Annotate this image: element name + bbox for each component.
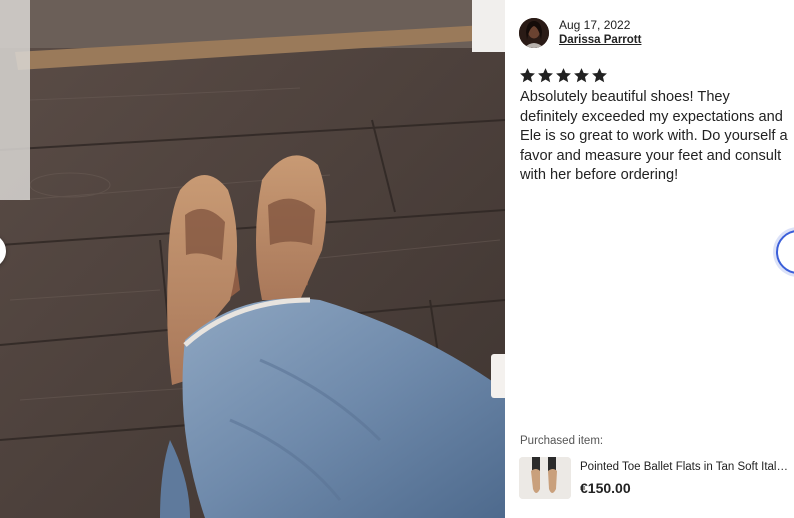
purchased-item-title[interactable]: Pointed Toe Ballet Flats in Tan Soft Ita… bbox=[580, 460, 790, 475]
purchased-item-thumbnail[interactable] bbox=[519, 457, 571, 499]
chevron-right-icon bbox=[788, 242, 794, 259]
review-photo-image bbox=[0, 0, 505, 518]
purchased-item-price: €150.00 bbox=[580, 480, 631, 496]
review-date: Aug 17, 2022 bbox=[559, 18, 631, 32]
next-photo-button[interactable] bbox=[776, 230, 794, 274]
reviewer-info: Aug 17, 2022 Darissa Parrott bbox=[519, 18, 641, 48]
panel-edge-tab bbox=[491, 354, 505, 398]
star-icon bbox=[573, 67, 590, 84]
shoe-thumbnail-image bbox=[519, 457, 571, 499]
star-icon bbox=[591, 67, 608, 84]
reviewer-name-link[interactable]: Darissa Parrott bbox=[559, 33, 641, 48]
purchased-item-label: Purchased item: bbox=[520, 435, 604, 447]
star-icon bbox=[519, 67, 536, 84]
avatar bbox=[519, 18, 549, 48]
star-icon bbox=[555, 67, 572, 84]
review-panel: Aug 17, 2022 Darissa Parrott Absolutely … bbox=[505, 0, 794, 518]
purchased-item-card[interactable]: Pointed Toe Ballet Flats in Tan Soft Ita… bbox=[519, 457, 790, 499]
review-text: Absolutely beautiful shoes! They definit… bbox=[520, 89, 788, 184]
star-icon bbox=[537, 67, 554, 84]
purchased-item-info: Pointed Toe Ballet Flats in Tan Soft Ita… bbox=[580, 457, 790, 499]
avatar-image bbox=[519, 18, 549, 48]
reviewer-meta: Aug 17, 2022 Darissa Parrott bbox=[559, 18, 641, 48]
review-photo[interactable] bbox=[0, 0, 505, 518]
star-rating bbox=[519, 67, 609, 84]
